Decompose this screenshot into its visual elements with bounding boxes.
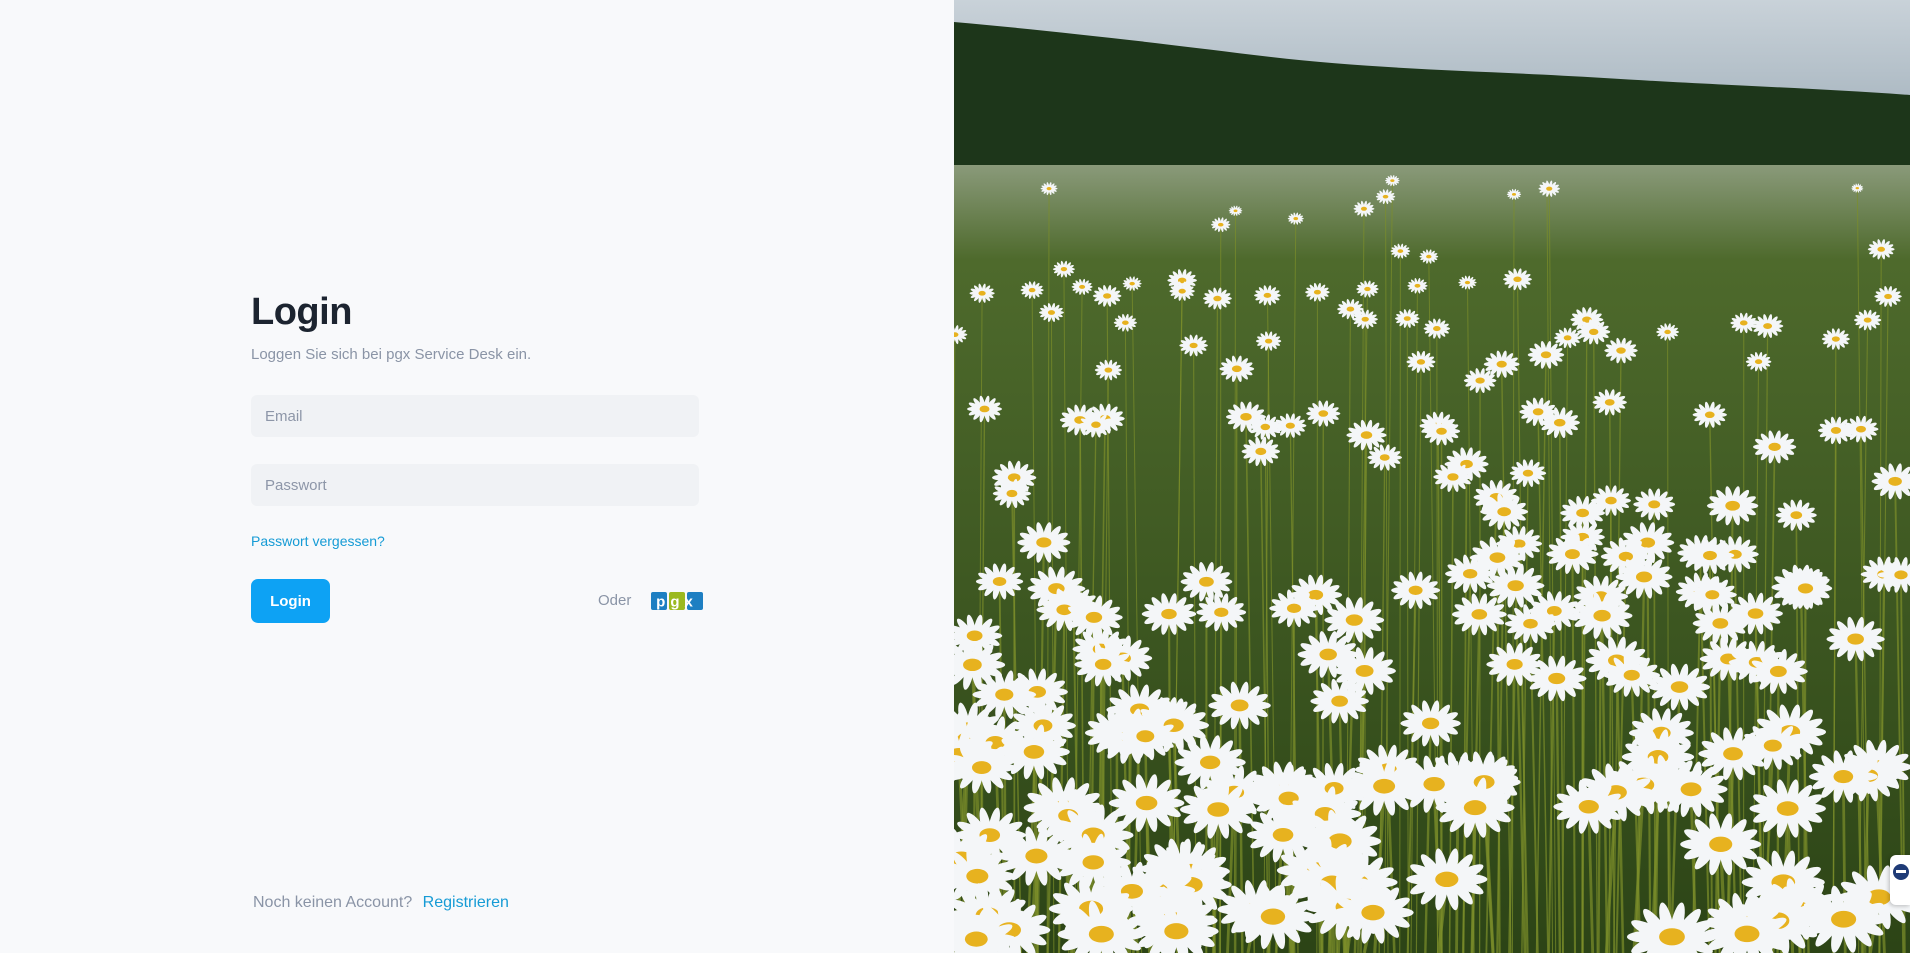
page-title: Login [251, 291, 352, 333]
login-actions: Login Oder pgx [251, 579, 703, 623]
hero-image [954, 0, 1910, 953]
password-input[interactable] [251, 464, 699, 506]
daisy-field-photo [954, 0, 1910, 953]
register-prompt: Noch keinen Account? Registrieren [253, 894, 509, 912]
or-label: Oder [598, 592, 632, 609]
page-subtitle: Loggen Sie sich bei pgx Service Desk ein… [251, 346, 532, 363]
register-link[interactable]: Registrieren [423, 894, 509, 911]
email-input[interactable] [251, 395, 699, 437]
login-panel: Login Loggen Sie sich bei pgx Service De… [0, 0, 954, 953]
chat-support-icon [1893, 864, 1909, 880]
no-account-label: Noch keinen Account? [253, 894, 413, 911]
login-button[interactable]: Login [251, 579, 330, 623]
svg-text:pgx: pgx [656, 594, 698, 611]
login-form: Login Loggen Sie sich bei pgx Service De… [251, 288, 703, 623]
forgot-password-link[interactable]: Passwort vergessen? [251, 533, 385, 549]
pgx-sso-logo-icon[interactable]: pgx [651, 591, 703, 611]
support-widget-button[interactable] [1890, 855, 1910, 905]
